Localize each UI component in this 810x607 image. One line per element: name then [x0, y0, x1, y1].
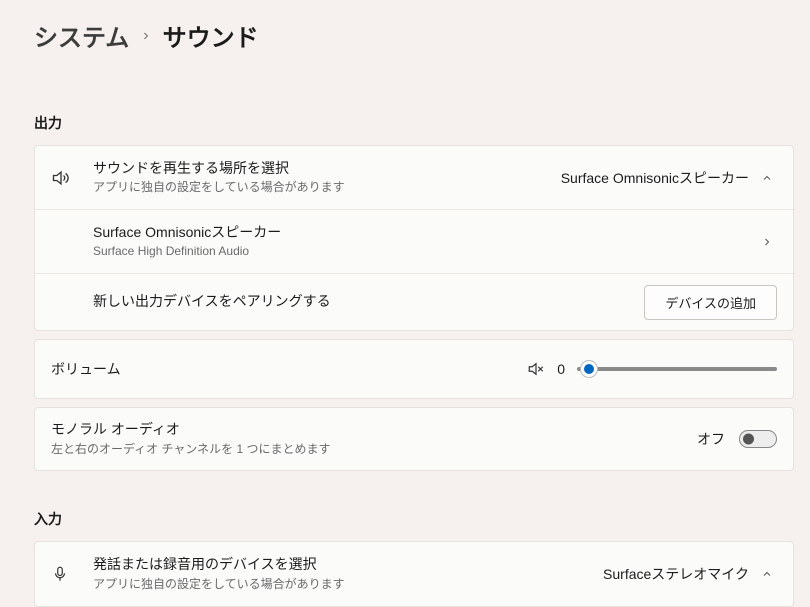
microphone-icon — [51, 565, 93, 583]
output-select-subtitle: アプリに独自の設定をしている場合があります — [93, 178, 561, 196]
chevron-up-icon — [757, 172, 777, 184]
output-select-title: サウンドを再生する場所を選択 — [93, 159, 561, 179]
input-device-group: 発話または録音用のデバイスを選択 アプリに独自の設定をしている場合があります S… — [34, 541, 794, 607]
volume-value: 0 — [557, 361, 565, 377]
breadcrumb-level1[interactable]: システム — [34, 18, 129, 53]
output-device-group: サウンドを再生する場所を選択 アプリに独自の設定をしている場合があります Sur… — [34, 145, 794, 331]
chevron-right-icon — [757, 236, 777, 248]
input-select-title: 発話または録音用のデバイスを選択 — [93, 555, 603, 575]
mono-state-label: オフ — [697, 429, 725, 449]
chevron-right-icon: › — [143, 27, 148, 45]
section-output-header: 出力 — [34, 113, 794, 133]
mono-title: モノラル オーディオ — [51, 420, 697, 440]
output-current-device: Surface Omnisonicスピーカー — [561, 168, 749, 188]
output-pair-label: 新しい出力デバイスをペアリングする — [93, 292, 644, 312]
chevron-up-icon — [757, 568, 777, 580]
input-current-device: Surfaceステレオマイク — [603, 564, 749, 584]
volume-label: ボリューム — [51, 359, 121, 379]
mono-audio-card: モノラル オーディオ 左と右のオーディオ チャンネルを 1 つにまとめます オフ — [34, 407, 794, 471]
output-device-item[interactable]: Surface Omnisonicスピーカー Surface High Defi… — [35, 210, 793, 274]
section-input-header: 入力 — [34, 509, 794, 529]
volume-card: ボリューム 0 — [34, 339, 794, 399]
input-select-subtitle: アプリに独自の設定をしている場合があります — [93, 575, 603, 593]
mono-subtitle: 左と右のオーディオ チャンネルを 1 つにまとめます — [51, 440, 697, 458]
output-pair-row: 新しい出力デバイスをペアリングする デバイスの追加 — [35, 274, 793, 330]
speaker-icon — [51, 168, 93, 188]
mono-toggle[interactable] — [739, 430, 777, 448]
output-select-row[interactable]: サウンドを再生する場所を選択 アプリに独自の設定をしている場合があります Sur… — [35, 146, 793, 210]
page-title: サウンド — [163, 18, 259, 53]
mute-icon[interactable] — [527, 360, 545, 378]
output-device-desc: Surface High Definition Audio — [93, 242, 757, 260]
add-device-button[interactable]: デバイスの追加 — [644, 285, 777, 320]
output-device-name: Surface Omnisonicスピーカー — [93, 223, 757, 243]
input-select-row[interactable]: 発話または録音用のデバイスを選択 アプリに独自の設定をしている場合があります S… — [35, 542, 793, 606]
volume-slider[interactable] — [577, 357, 777, 381]
slider-thumb[interactable] — [580, 360, 598, 378]
breadcrumb: システム › サウンド — [34, 18, 794, 53]
